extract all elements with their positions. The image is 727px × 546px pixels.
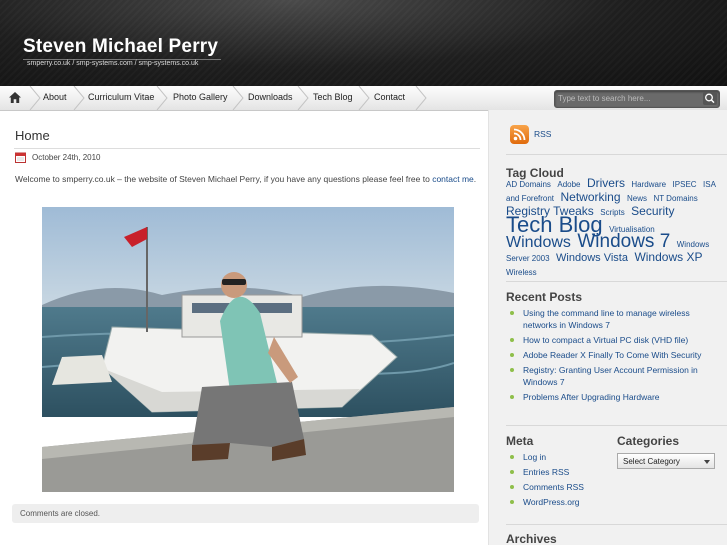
- nav-about[interactable]: About: [43, 86, 67, 110]
- recent-post-link[interactable]: Adobe Reader X Finally To Come With Secu…: [506, 349, 720, 361]
- tag-link[interactable]: Adobe: [557, 180, 580, 189]
- home-icon[interactable]: [9, 92, 21, 103]
- calendar-icon: [15, 152, 26, 163]
- nav-separator: [156, 86, 168, 110]
- sidebar-divider: [506, 154, 727, 155]
- post-body: Welcome to smperry.co.uk – the website o…: [15, 172, 481, 186]
- comments-closed-notice: Comments are closed.: [12, 504, 479, 523]
- post-title[interactable]: Home: [15, 128, 50, 143]
- recent-posts-list: Using the command line to manage wireles…: [506, 307, 720, 403]
- tag-link[interactable]: Networking: [560, 190, 620, 204]
- tag-link[interactable]: Drivers: [587, 176, 625, 190]
- search-button[interactable]: [703, 92, 717, 105]
- recent-post-link[interactable]: Problems After Upgrading Hardware: [506, 391, 720, 403]
- nav-separator: [358, 86, 370, 110]
- recent-posts-heading: Recent Posts: [506, 290, 583, 304]
- search-input[interactable]: [558, 92, 696, 105]
- recent-post-link[interactable]: Using the command line to manage wireles…: [506, 307, 720, 331]
- meta-entries-rss[interactable]: Entries RSS: [506, 466, 606, 478]
- nav-separator: [29, 86, 41, 110]
- post-body-text: Welcome to smperry.co.uk – the website o…: [15, 174, 430, 184]
- contact-me-link[interactable]: contact me: [432, 174, 474, 184]
- category-select[interactable]: Select Category: [617, 453, 715, 469]
- tag-link[interactable]: NT Domains: [653, 194, 697, 203]
- tag-link[interactable]: Hardware: [631, 180, 666, 189]
- tag-link[interactable]: Wireless: [506, 268, 537, 277]
- site-header: Steven Michael Perry smperry.co.uk / smp…: [0, 0, 727, 86]
- meta-list: Log in Entries RSS Comments RSS WordPres…: [506, 451, 606, 508]
- nav-separator: [73, 86, 85, 110]
- tag-cloud: AD Domains Adobe Drivers Hardware IPSEC …: [506, 177, 720, 279]
- archives-heading: Archives: [506, 532, 557, 546]
- search-icon: [705, 93, 715, 104]
- rss-icon[interactable]: [510, 125, 529, 144]
- meta-heading: Meta: [506, 434, 534, 448]
- tag-link[interactable]: AD Domains: [506, 180, 551, 189]
- nav-photo-gallery[interactable]: Photo Gallery: [173, 86, 228, 110]
- site-title[interactable]: Steven Michael Perry: [23, 36, 218, 58]
- tag-link[interactable]: IPSEC: [673, 180, 697, 189]
- post-photo: [42, 207, 454, 492]
- rss-link[interactable]: RSS: [534, 129, 551, 139]
- nav-separator: [415, 86, 427, 110]
- categories-heading: Categories: [617, 434, 680, 448]
- nav-contact[interactable]: Contact: [374, 86, 405, 110]
- search-box: [554, 90, 720, 108]
- recent-post-link[interactable]: Registry: Granting User Account Permissi…: [506, 364, 720, 388]
- tag-link[interactable]: News: [627, 194, 647, 203]
- post-divider: [14, 148, 480, 149]
- meta-wordpress-org[interactable]: WordPress.org: [506, 496, 606, 508]
- nav-curriculum-vitae[interactable]: Curriculum Vitae: [88, 86, 154, 110]
- tag-link[interactable]: Windows: [506, 234, 571, 251]
- nav-separator: [232, 86, 244, 110]
- sidebar-divider: [506, 425, 727, 426]
- nav-tech-blog[interactable]: Tech Blog: [313, 86, 353, 110]
- site-description: smperry.co.uk / smp-systems.com / smp-sy…: [27, 60, 199, 67]
- sidebar-divider: [506, 281, 727, 282]
- meta-comments-rss[interactable]: Comments RSS: [506, 481, 606, 493]
- meta-log-in[interactable]: Log in: [506, 451, 606, 463]
- tag-link[interactable]: Scripts: [600, 208, 624, 217]
- tag-link[interactable]: Windows Vista: [556, 252, 628, 264]
- recent-post-link[interactable]: How to compact a Virtual PC disk (VHD fi…: [506, 334, 720, 346]
- sidebar: RSS Tag Cloud AD Domains Adobe Drivers H…: [488, 110, 727, 546]
- rss-feed-icon: [513, 128, 526, 141]
- tag-link[interactable]: Windows XP: [634, 250, 702, 264]
- post-body-end: .: [473, 174, 477, 184]
- nav-downloads[interactable]: Downloads: [248, 86, 293, 110]
- tag-link[interactable]: Security: [631, 204, 674, 218]
- post-date: October 24th, 2010: [32, 153, 101, 162]
- sidebar-divider: [506, 524, 727, 525]
- tag-link[interactable]: Windows 7: [577, 231, 670, 252]
- nav-separator: [297, 86, 309, 110]
